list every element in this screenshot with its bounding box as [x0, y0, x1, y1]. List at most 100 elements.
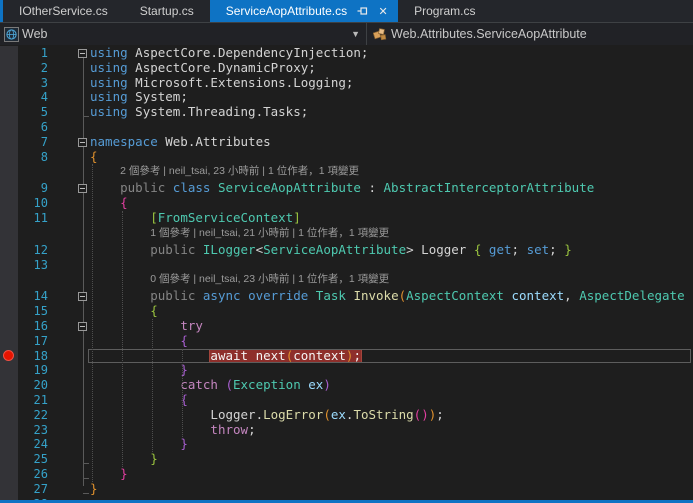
line-number: 24	[18, 437, 52, 452]
outlining-line	[83, 57, 84, 486]
fold-collapse-icon[interactable]	[78, 184, 87, 193]
code-text[interactable]: {	[90, 304, 693, 319]
member-dropdown[interactable]: Web.Attributes.ServiceAopAttribute	[367, 23, 693, 45]
code-text[interactable]: using Microsoft.Extensions.Logging;	[90, 76, 693, 91]
code-text[interactable]: await next(context);	[90, 349, 693, 364]
code-text[interactable]: using System;	[90, 90, 693, 105]
codelens-info[interactable]: 0 個參考 | neil_tsai, 23 小時前 | 1 位作者，1 項變更	[150, 272, 389, 287]
code-line: 19 }	[0, 363, 693, 378]
breakpoint-gutter-cell[interactable]	[0, 164, 18, 181]
code-text[interactable]: using System.Threading.Tasks;	[90, 105, 693, 120]
code-text[interactable]	[90, 258, 693, 273]
fold-collapse-icon[interactable]	[78, 292, 87, 301]
breakpoint-gutter-cell[interactable]	[0, 393, 18, 408]
pin-icon[interactable]	[357, 6, 368, 16]
code-text[interactable]: 0 個參考 | neil_tsai, 23 小時前 | 1 位作者，1 項變更	[90, 272, 693, 289]
line-number: 21	[18, 393, 52, 408]
tab-iotherservice-cs[interactable]: IOtherService.cs	[3, 0, 124, 22]
breakpoint-gutter-cell[interactable]	[0, 226, 18, 243]
breakpoint-gutter-cell[interactable]	[0, 408, 18, 423]
breakpoint-gutter-cell[interactable]	[0, 378, 18, 393]
line-number: 11	[18, 211, 52, 226]
code-text[interactable]: namespace Web.Attributes	[90, 135, 693, 150]
breakpoint-gutter-cell[interactable]	[0, 319, 18, 334]
code-text[interactable]: }	[90, 452, 693, 467]
code-text[interactable]: }	[90, 437, 693, 452]
code-line: 24 }	[0, 437, 693, 452]
tab-startup-cs[interactable]: Startup.cs	[124, 0, 210, 22]
close-icon[interactable]: ✕	[376, 5, 390, 18]
breakpoint-gutter-cell[interactable]	[0, 272, 18, 289]
code-text[interactable]: using AspectCore.DynamicProxy;	[90, 61, 693, 76]
line-number: 6	[18, 120, 52, 135]
codelens-info[interactable]: 2 個參考 | neil_tsai, 23 小時前 | 1 位作者，1 項變更	[120, 164, 359, 179]
line-number: 25	[18, 452, 52, 467]
code-editor[interactable]: 1using AspectCore.DependencyInjection;2u…	[0, 46, 693, 500]
breakpoint-gutter-cell[interactable]	[0, 105, 18, 120]
breakpoint-gutter-cell[interactable]	[0, 90, 18, 105]
code-text[interactable]: {	[90, 334, 693, 349]
tab-serviceaopattribute-cs[interactable]: ServiceAopAttribute.cs✕	[210, 0, 398, 22]
indent-guide	[122, 211, 123, 467]
code-text[interactable]: catch (Exception ex)	[90, 378, 693, 393]
fold-collapse-icon[interactable]	[78, 138, 87, 147]
breakpoint-gutter-cell[interactable]	[0, 258, 18, 273]
breakpoint-gutter-cell[interactable]	[0, 46, 18, 61]
code-text[interactable]: }	[90, 482, 693, 497]
breakpoint-gutter-cell[interactable]	[0, 482, 18, 497]
breakpoint-gutter-cell[interactable]	[0, 437, 18, 452]
breakpoint-gutter-cell[interactable]	[0, 423, 18, 438]
code-text[interactable]: [FromServiceContext]	[90, 211, 693, 226]
line-number	[18, 226, 52, 243]
breakpoint-gutter-cell[interactable]	[0, 452, 18, 467]
indent-guide	[182, 349, 183, 437]
code-text[interactable]: }	[90, 467, 693, 482]
tab-program-cs[interactable]: Program.cs	[398, 0, 491, 22]
breakpoint-gutter-cell[interactable]	[0, 181, 18, 196]
line-number: 20	[18, 378, 52, 393]
code-line: 18 await next(context);	[0, 349, 693, 364]
breakpoint-gutter-cell[interactable]	[0, 196, 18, 211]
breakpoint-gutter-cell[interactable]	[0, 211, 18, 226]
codelens-row: 2 個參考 | neil_tsai, 23 小時前 | 1 位作者，1 項變更	[0, 164, 693, 181]
code-text[interactable]: {	[90, 393, 693, 408]
class-icon	[373, 28, 387, 41]
code-text[interactable]: 2 個參考 | neil_tsai, 23 小時前 | 1 位作者，1 項變更	[90, 164, 693, 181]
outlining-margin-cell	[52, 452, 90, 467]
codelens-info[interactable]: 1 個參考 | neil_tsai, 21 小時前 | 1 位作者，1 項變更	[150, 226, 389, 241]
code-text[interactable]: {	[90, 196, 693, 211]
code-text[interactable]	[90, 120, 693, 135]
project-dropdown[interactable]: Web ▼	[0, 23, 366, 45]
outlining-margin-cell	[52, 482, 90, 497]
code-text[interactable]: using AspectCore.DependencyInjection;	[90, 46, 693, 61]
breakpoint-gutter-cell[interactable]	[0, 289, 18, 304]
breakpoint-gutter-cell[interactable]	[0, 120, 18, 135]
line-number	[18, 272, 52, 289]
indent-guide	[152, 319, 153, 452]
fold-collapse-icon[interactable]	[78, 49, 87, 58]
code-text[interactable]: public async override Task Invoke(Aspect…	[90, 289, 693, 304]
breakpoint-gutter-cell[interactable]	[0, 76, 18, 91]
codelens-row: 1 個參考 | neil_tsai, 21 小時前 | 1 位作者，1 項變更	[0, 226, 693, 243]
breakpoint-gutter-cell[interactable]	[0, 467, 18, 482]
code-text[interactable]: {	[90, 150, 693, 165]
breakpoint-gutter-cell[interactable]	[0, 363, 18, 378]
code-text[interactable]: public ILogger<ServiceAopAttribute> Logg…	[90, 243, 693, 258]
breakpoint-gutter-cell[interactable]	[0, 61, 18, 76]
breakpoint-gutter-cell[interactable]	[0, 349, 18, 364]
breakpoint-icon[interactable]	[3, 350, 14, 361]
outlining-margin-cell	[52, 272, 90, 289]
breakpoint-gutter-cell[interactable]	[0, 304, 18, 319]
breakpoint-gutter-cell[interactable]	[0, 243, 18, 258]
breakpoint-gutter-cell[interactable]	[0, 150, 18, 165]
code-text[interactable]: try	[90, 319, 693, 334]
code-text[interactable]: public class ServiceAopAttribute : Abstr…	[90, 181, 693, 196]
code-text[interactable]: }	[90, 363, 693, 378]
code-text[interactable]: Logger.LogError(ex.ToString());	[90, 408, 693, 423]
fold-collapse-icon[interactable]	[78, 322, 87, 331]
code-text[interactable]: throw;	[90, 423, 693, 438]
code-text[interactable]: 1 個參考 | neil_tsai, 21 小時前 | 1 位作者，1 項變更	[90, 226, 693, 243]
breakpoint-gutter-cell[interactable]	[0, 334, 18, 349]
breakpoint-gutter-cell[interactable]	[0, 135, 18, 150]
outlining-margin-cell	[52, 363, 90, 378]
